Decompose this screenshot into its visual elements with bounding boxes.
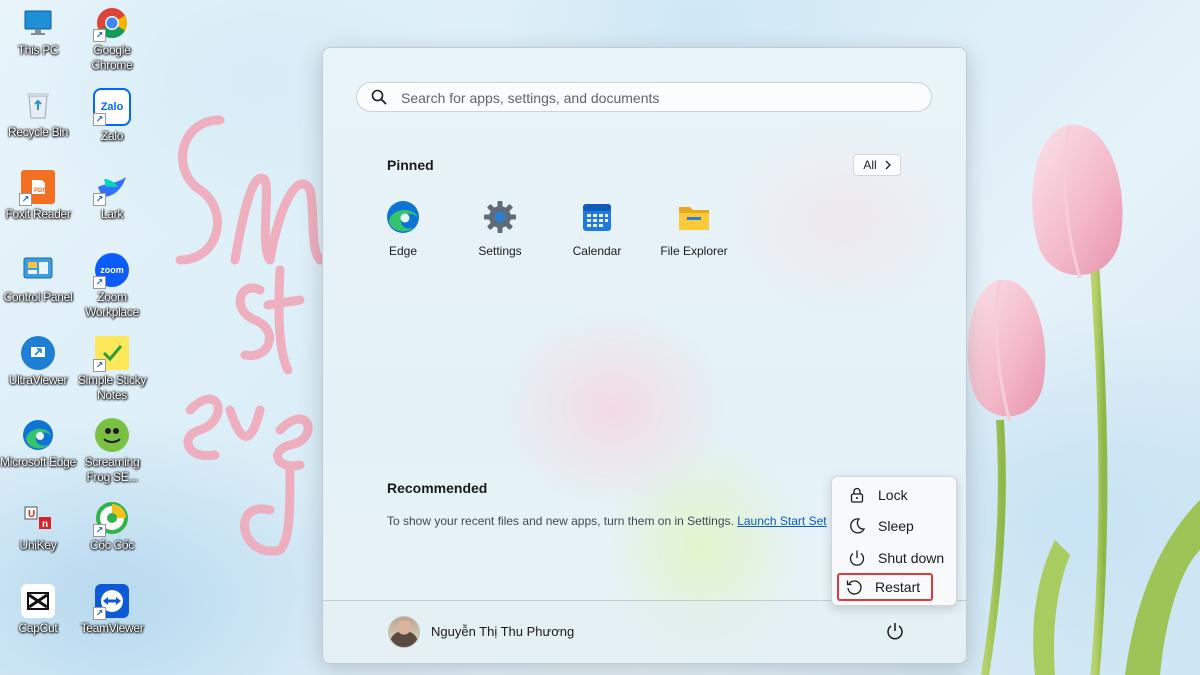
power-icon[interactable] [885, 621, 905, 641]
desktop-icon-label: UltraViewer [8, 373, 68, 387]
gear-icon [484, 201, 516, 233]
unikey-icon: Un [21, 501, 55, 535]
desktop-icon-screaming-frog[interactable]: Screaming Frog SE... [72, 418, 152, 485]
desktop-icon-label: Recycle Bin [7, 125, 69, 139]
desktop-icon-zalo[interactable]: Zalo ↗ Zalo [72, 88, 152, 144]
desktop-icon-unikey[interactable]: Un UniKey [0, 501, 78, 553]
desktop-icon-label: Lark [100, 207, 124, 221]
search-box[interactable] [356, 82, 932, 112]
pinned-app-label: Edge [388, 244, 418, 258]
user-name[interactable]: Nguyễn Thị Thu Phương [431, 624, 574, 639]
desktop-icon-zoom-workplace[interactable]: zoom ↗ Zoom Workplace [72, 253, 152, 320]
all-apps-button[interactable]: All [853, 154, 901, 176]
power-menu-label: Restart [875, 579, 921, 595]
desktop-icon-label: Screaming Frog SE... [84, 455, 140, 484]
desktop-icon-capcut[interactable]: CapCut [0, 584, 78, 636]
desktop-icon-label: Google Chrome [91, 43, 133, 72]
restart-icon [846, 580, 862, 595]
desktop-icon-label: Control Panel [3, 290, 73, 304]
desktop-icon-recycle-bin[interactable]: Recycle Bin [0, 88, 78, 140]
wallpaper-tulips [967, 124, 1200, 675]
calendar-icon [583, 204, 611, 231]
pinned-title: Pinned [387, 157, 434, 173]
desktop-icon-simple-sticky-notes[interactable]: ↗ Simple Sticky Notes [72, 336, 152, 403]
desktop-icon-foxit-reader[interactable]: PDF ↗ Foxit Reader [0, 170, 78, 222]
launch-start-settings-link[interactable]: Launch Start Set [737, 514, 826, 528]
power-menu-label: Shut down [878, 550, 945, 566]
desktop-icon-google-chrome[interactable]: ↗ Google Chrome [72, 6, 152, 73]
desktop-icon-this-pc[interactable]: This PC [0, 6, 78, 58]
desktop-icon-label: Foxit Reader [5, 207, 71, 221]
desktop-icon-label: Simple Sticky Notes [77, 373, 147, 402]
desktop-icon-label: Zoom Workplace [85, 290, 139, 319]
lark-icon: ↗ [93, 170, 129, 206]
desktop-icon-teamviewer[interactable]: ↗ TeamViewer [72, 584, 152, 636]
control-panel-icon [21, 253, 55, 287]
desktop-icon-label: Microsoft Edge [0, 455, 76, 469]
desktop-icon-coc-coc[interactable]: ↗ Cốc Cốc [72, 501, 152, 553]
lock-icon [850, 487, 864, 503]
chevron-right-icon [885, 160, 891, 170]
recycle-bin-icon [21, 88, 55, 122]
teamviewer-icon: ↗ [93, 584, 129, 620]
desktop-icon-ultraviewer[interactable]: UltraViewer [0, 336, 78, 388]
pinned-app-calendar[interactable]: Calendar [552, 200, 642, 258]
sticky-note-icon: ↗ [93, 336, 129, 372]
svg-text:U: U [28, 509, 35, 520]
frog-icon [95, 418, 129, 452]
power-menu-lock[interactable]: Lock [838, 481, 950, 509]
power-menu-shut-down[interactable]: Shut down [838, 544, 950, 572]
pinned-app-label: File Explorer [660, 244, 728, 258]
power-menu-label: Sleep [878, 518, 914, 534]
edge-icon [387, 201, 419, 233]
desktop-icon-label: TeamViewer [80, 621, 144, 635]
desktop-icon-label: UniKey [19, 538, 57, 552]
zalo-icon: Zalo ↗ [93, 88, 131, 126]
svg-text:n: n [42, 519, 48, 530]
search-input[interactable] [399, 86, 903, 110]
recommended-title: Recommended [387, 480, 488, 496]
desktop-icon-label: Zalo [100, 129, 124, 143]
monitor-icon [21, 6, 55, 40]
avatar[interactable] [388, 616, 420, 648]
desktop-icon-control-panel[interactable]: Control Panel [0, 253, 78, 305]
start-menu-footer: Nguyễn Thị Thu Phương [323, 600, 966, 663]
desktop-icon-lark[interactable]: ↗ Lark [72, 170, 152, 222]
chrome-icon: ↗ [93, 6, 129, 42]
pinned-app-edge[interactable]: Edge [358, 200, 448, 258]
pinned-app-settings[interactable]: Settings [455, 200, 545, 258]
desktop-icon-label: CapCut [18, 621, 58, 635]
desktop-icon-label: This PC [17, 43, 59, 57]
power-icon [849, 550, 865, 566]
pinned-app-label: Settings [478, 244, 522, 258]
edge-icon [21, 418, 55, 452]
power-menu: Lock Sleep Shut down Restart [831, 476, 957, 606]
search-icon [371, 89, 387, 105]
recommended-text: To show your recent files and new apps, … [387, 514, 734, 528]
folder-icon [679, 207, 709, 230]
pinned-app-file-explorer[interactable]: File Explorer [649, 200, 739, 258]
wallpaper-script-lettering [175, 115, 325, 556]
moon-icon [850, 518, 866, 534]
all-apps-label: All [863, 158, 877, 172]
coc-coc-icon: ↗ [93, 501, 129, 537]
power-menu-sleep[interactable]: Sleep [838, 512, 950, 540]
capcut-icon [21, 584, 55, 618]
foxit-reader-icon: PDF ↗ [19, 170, 55, 206]
desktop-icon-label: Cốc Cốc [90, 538, 134, 552]
svg-text:PDF: PDF [34, 188, 46, 194]
power-menu-restart[interactable]: Restart [837, 573, 933, 601]
pinned-app-label: Calendar [572, 244, 622, 258]
zoom-icon: zoom ↗ [93, 253, 129, 289]
recommended-message: To show your recent files and new apps, … [387, 514, 827, 528]
power-menu-label: Lock [878, 487, 908, 503]
desktop-icon-microsoft-edge[interactable]: Microsoft Edge [0, 418, 78, 470]
ultraviewer-icon [21, 336, 55, 370]
